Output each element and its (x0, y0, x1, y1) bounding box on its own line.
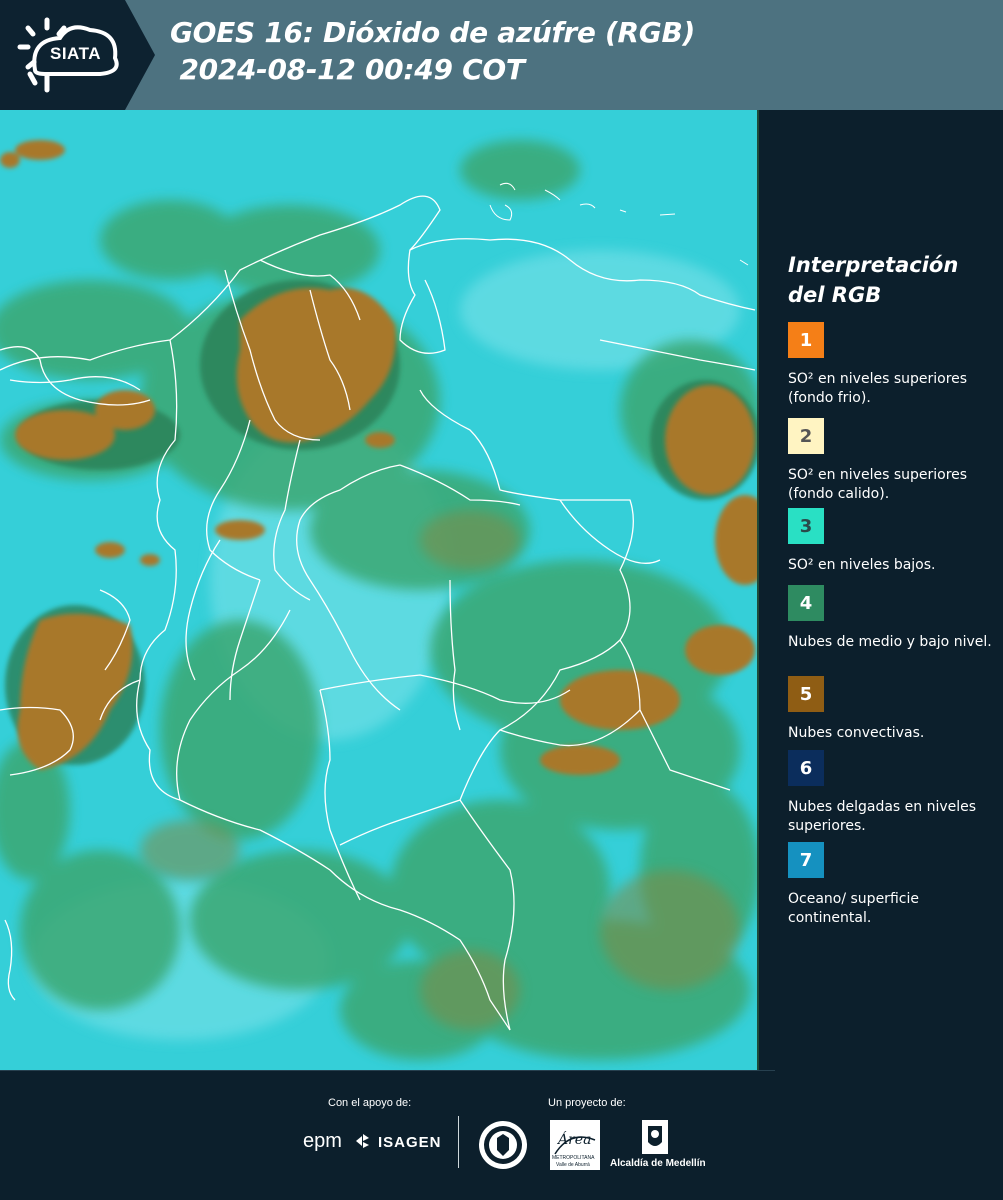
legend-title-line1: Interpretación (788, 253, 959, 277)
legend-title: Interpretación del RGB (788, 250, 993, 310)
legend-item-7: 7 Oceano/ superficie continental. (788, 842, 993, 928)
legend-label-5: Nubes convectivas. (788, 725, 925, 741)
medellin-seal-icon (478, 1120, 528, 1175)
legend-number-3: 3 (799, 515, 813, 537)
legend-title-line2: del RGB (788, 283, 882, 307)
legend-item-6: 6 Nubes delgadas en niveles superiores. (788, 750, 993, 836)
siata-logo: SIATA (0, 0, 155, 110)
area-logo-text: Área (558, 1132, 592, 1148)
alcaldia-text: Alcaldía de Medellín (610, 1158, 706, 1169)
title-product: GOES 16: Dióxido de azúfre (RGB) (170, 16, 696, 49)
footer-divider-line (0, 1070, 775, 1071)
header-bar: SIATA GOES 16: Dióxido de azúfre (RGB) 2… (0, 0, 1003, 110)
legend-number-7: 7 (799, 849, 813, 871)
page-title: GOES 16: Dióxido de azúfre (RGB) 2024-08… (170, 14, 695, 88)
legend-swatch-4: 4 (788, 585, 824, 621)
isagen-icon (354, 1132, 369, 1148)
legend-label-4: Nubes de medio y bajo nivel. (788, 634, 992, 650)
legend-swatch-2: 2 (788, 418, 824, 454)
legend-swatch-7: 7 (788, 842, 824, 878)
area-sub2: Valle de Aburrá (556, 1162, 590, 1168)
alcaldia-shield-icon (640, 1120, 670, 1161)
legend-item-3: 3 SO² en niveles bajos. (788, 508, 993, 575)
legend-label-3: SO² en niveles bajos. (788, 557, 936, 573)
legend-number-6: 6 (799, 757, 813, 779)
legend-label-7: Oceano/ superficie continental. (788, 891, 919, 926)
legend-item-4: 4 Nubes de medio y bajo nivel. (788, 585, 993, 652)
legend-number-4: 4 (799, 592, 813, 614)
legend-item-1: 1 SO² en niveles superiores (fondo frio)… (788, 322, 993, 408)
legend-swatch-1: 1 (788, 322, 824, 358)
logo-text: SIATA (50, 44, 101, 63)
area-sub1: METROPOLITANA (552, 1155, 595, 1161)
legend-number-1: 1 (799, 329, 813, 351)
title-timestamp: 2024-08-12 00:49 COT (170, 53, 525, 86)
legend-swatch-6: 6 (788, 750, 824, 786)
legend-swatch-5: 5 (788, 676, 824, 712)
footer: Con el apoyo de: Un proyecto de: epm ISA… (0, 1070, 1003, 1200)
isagen-logo: ISAGEN (378, 1134, 442, 1151)
footer-vertical-divider (458, 1116, 459, 1168)
legend-swatch-3: 3 (788, 508, 824, 544)
support-label: Con el apoyo de: (328, 1097, 412, 1109)
legend-label-2: SO² en niveles superiores (fondo calido)… (788, 467, 968, 502)
map-right-edge (757, 110, 759, 1070)
project-label: Un proyecto de: (548, 1097, 626, 1109)
legend-panel: Interpretación del RGB 1 SO² en niveles … (788, 250, 993, 926)
legend-item-5: 5 Nubes convectivas. (788, 676, 993, 743)
legend-number-5: 5 (799, 683, 813, 705)
epm-logo: epm (303, 1130, 342, 1152)
legend-item-2: 2 SO² en niveles superiores (fondo calid… (788, 418, 993, 510)
legend-number-2: 2 (799, 425, 813, 447)
area-metropolitana-logo: Área METROPOLITANA Valle de Aburrá (550, 1120, 600, 1175)
legend-label-6: Nubes delgadas en niveles superiores. (788, 799, 977, 834)
satellite-map (0, 110, 759, 1070)
legend-label-1: SO² en niveles superiores (fondo frio). (788, 371, 968, 406)
